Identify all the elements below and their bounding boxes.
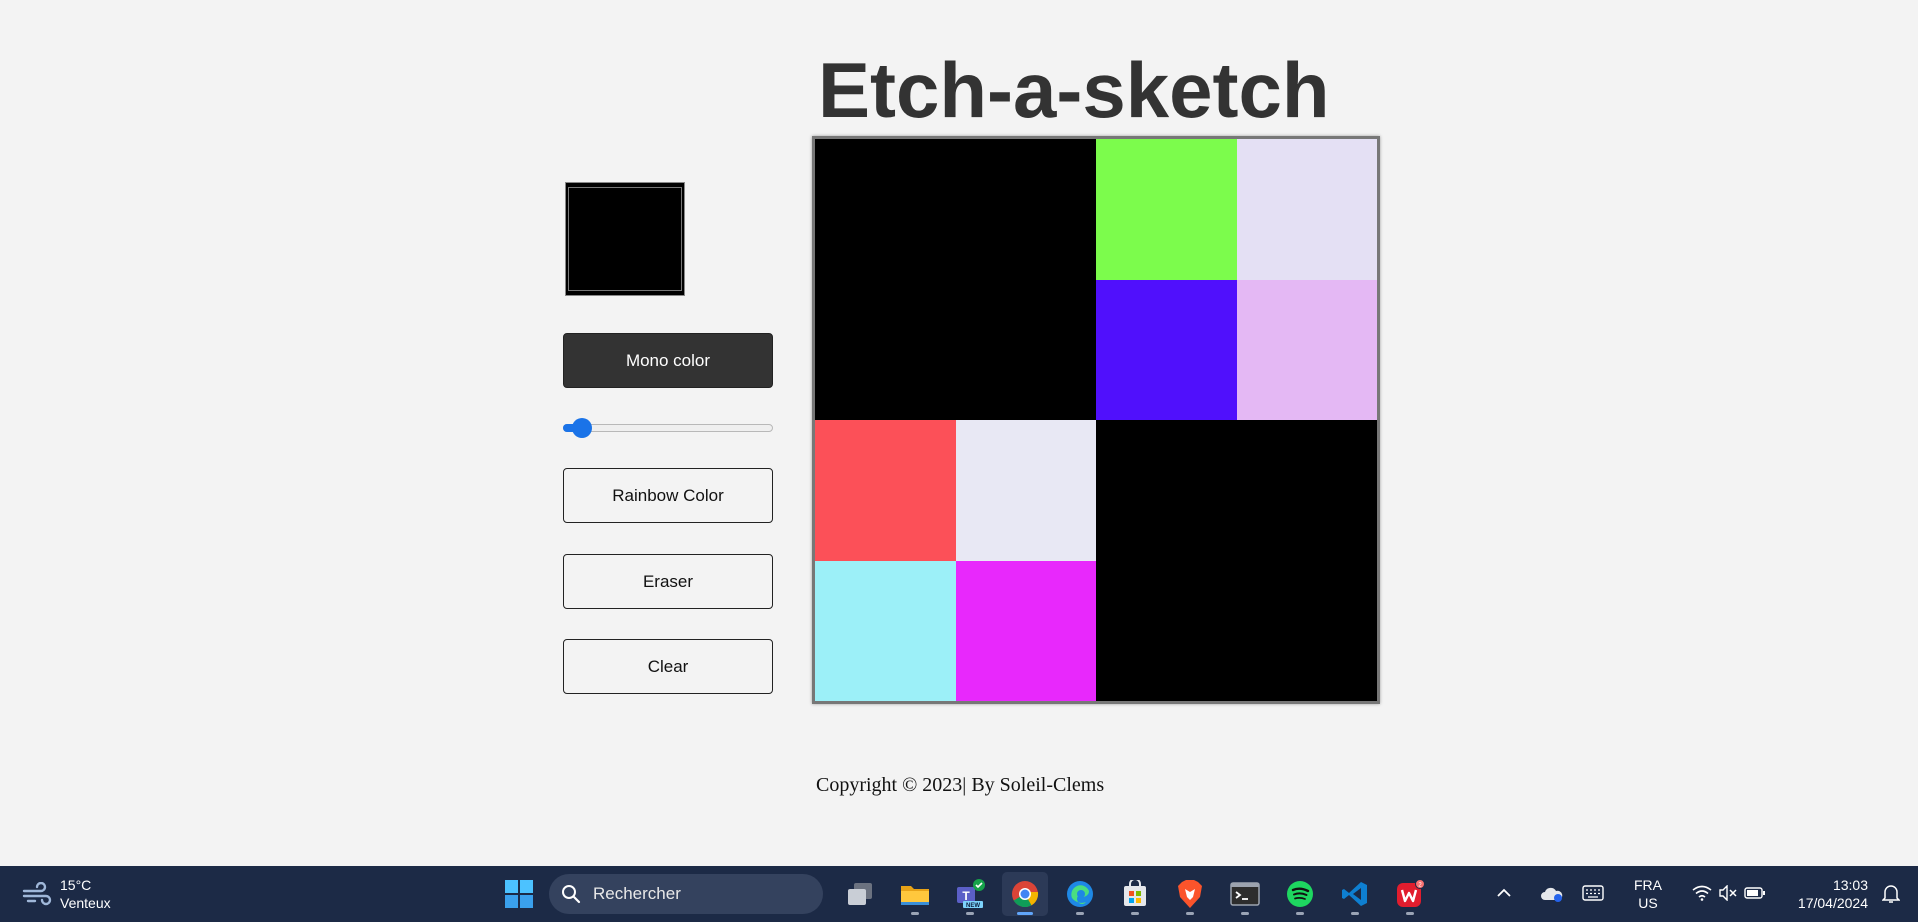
taskbar-search[interactable]: Rechercher (549, 874, 823, 914)
active-indicator (1017, 912, 1033, 915)
taskbar-app-brave[interactable] (1167, 872, 1213, 916)
taskbar-app-file-explorer[interactable] (892, 872, 938, 916)
task-view-icon (848, 883, 872, 905)
open-indicator (1296, 912, 1304, 915)
open-indicator (1186, 912, 1194, 915)
windows-icon (505, 880, 533, 908)
taskbar-app-terminal[interactable] (1222, 872, 1268, 916)
terminal-icon (1230, 882, 1260, 906)
brave-icon (1178, 880, 1202, 908)
sketch-grid[interactable] (812, 136, 1380, 704)
taskbar-app-edge[interactable] (1057, 872, 1103, 916)
clock-time: 13:03 (1832, 877, 1868, 893)
grid-cell[interactable] (1096, 139, 1237, 280)
battery-icon[interactable] (1744, 887, 1766, 899)
grid-cell[interactable] (815, 139, 956, 280)
open-indicator (1131, 912, 1139, 915)
taskbar: 15°C Venteux Rechercher T NEW 2 FRA US 1… (0, 866, 1918, 922)
file-explorer-icon (901, 886, 929, 905)
mono-color-button[interactable]: Mono color (563, 333, 773, 388)
edge-icon (1067, 881, 1093, 907)
taskbar-app-spotify[interactable] (1277, 872, 1323, 916)
open-indicator (1406, 912, 1414, 915)
taskbar-app-chrome[interactable] (1002, 872, 1048, 916)
etch-a-sketch-page: Etch-a-sketch Mono color Rainbow Color E… (0, 0, 1918, 866)
grid-cell[interactable] (955, 420, 1096, 561)
grid-cell[interactable] (955, 560, 1096, 701)
wps-office-icon: 2 (1397, 879, 1425, 907)
copyright-text: Copyright © 2023| By Soleil-Clems (816, 774, 1105, 796)
grid-cell[interactable] (1236, 279, 1377, 420)
wifi-icon[interactable] (1692, 885, 1712, 901)
rainbow-color-button[interactable]: Rainbow Color (563, 468, 773, 523)
open-indicator (1076, 912, 1084, 915)
wind-icon (22, 882, 52, 906)
taskbar-app-task-view[interactable] (837, 872, 883, 916)
grid-cell[interactable] (955, 139, 1096, 280)
chevron-up-icon[interactable] (1496, 886, 1512, 900)
grid-cell[interactable] (1096, 560, 1237, 701)
grid-cell[interactable] (1236, 560, 1377, 701)
spotify-icon (1287, 881, 1313, 907)
slider-thumb[interactable] (572, 418, 593, 438)
weather-widget[interactable]: 15°C Venteux (22, 876, 111, 912)
svg-text:NEW: NEW (966, 903, 980, 909)
clock-date: 17/04/2024 (1797, 895, 1868, 911)
grid-cell[interactable] (815, 420, 956, 561)
open-indicator (966, 912, 974, 915)
onedrive-icon[interactable] (1540, 885, 1564, 903)
teams-icon: T NEW (957, 879, 985, 909)
svg-text:T: T (962, 889, 970, 903)
grid-cell[interactable] (955, 279, 1096, 420)
grid-cell[interactable] (1236, 139, 1377, 280)
lang-secondary: US (1638, 895, 1658, 911)
search-icon (562, 885, 581, 904)
grid-size-slider[interactable] (563, 418, 773, 438)
volume-muted-icon[interactable] (1718, 885, 1738, 901)
taskbar-clock[interactable]: 13:03 17/04/2024 (1798, 876, 1868, 912)
clear-button[interactable]: Clear (563, 639, 773, 694)
start-button[interactable] (497, 872, 541, 916)
page-title: Etch-a-sketch (818, 46, 1330, 134)
chrome-icon (1012, 881, 1039, 908)
search-label: Rechercher (593, 884, 681, 903)
grid-cell[interactable] (1096, 420, 1237, 561)
grid-cell[interactable] (1096, 279, 1237, 420)
weather-condition: Venteux (60, 895, 111, 911)
taskbar-app-store[interactable] (1112, 872, 1158, 916)
store-icon (1124, 880, 1146, 906)
taskbar-app-vscode[interactable] (1332, 872, 1378, 916)
input-language[interactable]: FRA US (1628, 876, 1668, 912)
open-indicator (1241, 912, 1249, 915)
vscode-icon (1342, 882, 1367, 906)
eraser-button[interactable]: Eraser (563, 554, 773, 609)
slider-track (563, 424, 773, 432)
grid-cell[interactable] (815, 279, 956, 420)
grid-cell[interactable] (815, 560, 956, 701)
lang-primary: FRA (1634, 877, 1662, 893)
grid-cell[interactable] (1236, 420, 1377, 561)
taskbar-app-wps-office[interactable]: 2 (1387, 872, 1433, 916)
keyboard-icon[interactable] (1582, 885, 1604, 901)
open-indicator (911, 912, 919, 915)
open-indicator (1351, 912, 1359, 915)
weather-temp: 15°C (60, 877, 92, 893)
notification-bell-icon[interactable] (1882, 884, 1900, 904)
taskbar-app-teams[interactable]: T NEW (947, 872, 993, 916)
color-picker[interactable] (565, 182, 685, 296)
